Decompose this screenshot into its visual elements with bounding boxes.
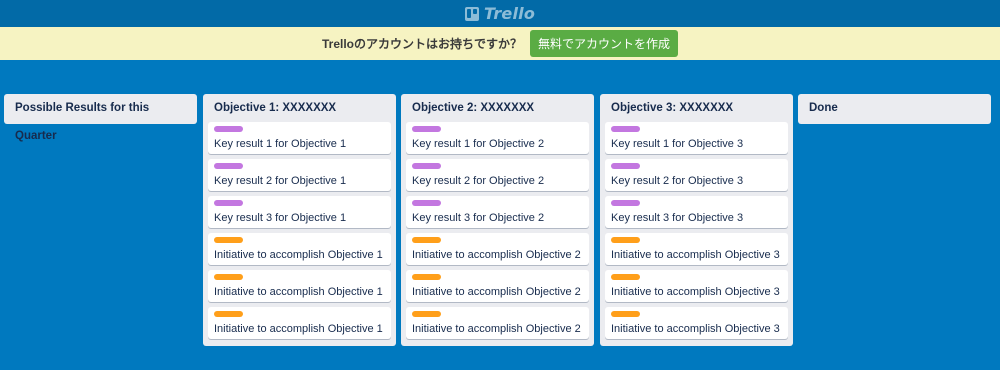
card-label [611,237,640,243]
card[interactable]: Key result 3 for Objective 1 [208,196,391,228]
card[interactable]: Initiative to accomplish Objective 2 [406,307,589,339]
list-objective-3: Objective 3: XXXXXXX Key result 1 for Ob… [600,94,793,346]
card-container: Key result 1 for Objective 2 Key result 2… [406,122,589,339]
card-title: Key result 3 for Objective 1 [214,212,347,224]
create-account-button[interactable]: 無料でアカウントを作成 [530,30,679,57]
card-title: Initiative to accomplish Objective 3 [611,249,780,261]
card[interactable]: Key result 1 for Objective 1 [208,122,391,154]
trello-board-icon [464,6,479,21]
card-title: Key result 1 for Objective 1 [214,138,347,150]
card-title: Key result 1 for Objective 3 [611,138,744,150]
card[interactable]: Key result 2 for Objective 2 [406,159,589,191]
card[interactable]: Initiative to accomplish Objective 2 [406,270,589,302]
card-label [611,311,640,317]
card-container: Key result 1 for Objective 1 Key result 2… [208,122,391,339]
signup-banner: Trelloのアカウントはお持ちですか？ 無料でアカウントを作成 [0,27,1000,60]
list-title[interactable]: Objective 3: XXXXXXX [605,94,788,122]
logo-text: Trello [483,4,536,23]
card[interactable]: Key result 1 for Objective 3 [605,122,788,154]
card-label [214,311,243,317]
card-title: Initiative to accomplish Objective 2 [412,323,581,335]
card-label [214,274,243,280]
card-label [412,163,441,169]
card-title: Key result 2 for Objective 1 [214,175,347,187]
card[interactable]: Initiative to accomplish Objective 3 [605,307,788,339]
card-label [611,200,640,206]
top-header: Trello [0,0,1000,27]
card-title: Initiative to accomplish Objective 1 [214,249,383,261]
card[interactable]: Key result 2 for Objective 3 [605,159,788,191]
card-title: Initiative to accomplish Objective 2 [412,249,581,261]
list-title[interactable]: Objective 2: XXXXXXX [406,94,589,122]
card-label [214,163,243,169]
card-label [412,200,441,206]
card-label [214,126,243,132]
list-title[interactable]: Objective 1: XXXXXXX [208,94,391,122]
card-label [611,274,640,280]
card-container: Key result 1 for Objective 3 Key result 2… [605,122,788,339]
card-title: Initiative to accomplish Objective 1 [214,323,383,335]
card[interactable]: Initiative to accomplish Objective 3 [605,233,788,265]
card-label [611,163,640,169]
card-title: Initiative to accomplish Objective 3 [611,286,780,298]
board: Possible Results for this Quarter Object… [0,94,1000,370]
card[interactable]: Initiative to accomplish Objective 2 [406,233,589,265]
card-title: Key result 1 for Objective 2 [412,138,545,150]
card-title: Initiative to accomplish Objective 2 [412,286,581,298]
trello-logo[interactable]: Trello [464,4,536,23]
card-title: Initiative to accomplish Objective 1 [214,286,383,298]
card-title: Initiative to accomplish Objective 3 [611,323,780,335]
card[interactable]: Initiative to accomplish Objective 1 [208,307,391,339]
card-label [214,200,243,206]
card-title: Key result 2 for Objective 3 [611,175,744,187]
list-title[interactable]: Possible Results for this Quarter [9,94,192,142]
list-objective-2: Objective 2: XXXXXXX Key result 1 for Ob… [401,94,594,346]
list-done: Done [798,94,991,124]
card-label [412,311,441,317]
card[interactable]: Key result 2 for Objective 1 [208,159,391,191]
card[interactable]: Initiative to accomplish Objective 1 [208,270,391,302]
card[interactable]: Initiative to accomplish Objective 3 [605,270,788,302]
card-label [214,237,243,243]
card[interactable]: Initiative to accomplish Objective 1 [208,233,391,265]
card-label [611,126,640,132]
banner-text: Trelloのアカウントはお持ちですか？ [321,37,522,51]
card-title: Key result 3 for Objective 3 [611,212,744,224]
card[interactable]: Key result 3 for Objective 2 [406,196,589,228]
card-label [412,126,441,132]
card[interactable]: Key result 3 for Objective 3 [605,196,788,228]
card-title: Key result 2 for Objective 2 [412,175,545,187]
card[interactable]: Key result 1 for Objective 2 [406,122,589,154]
list-possible-results: Possible Results for this Quarter [4,94,197,142]
card-label [412,274,441,280]
card-title: Key result 3 for Objective 2 [412,212,545,224]
card-label [412,237,441,243]
list-objective-1: Objective 1: XXXXXXX Key result 1 for Ob… [203,94,396,346]
list-title[interactable]: Done [803,94,986,122]
